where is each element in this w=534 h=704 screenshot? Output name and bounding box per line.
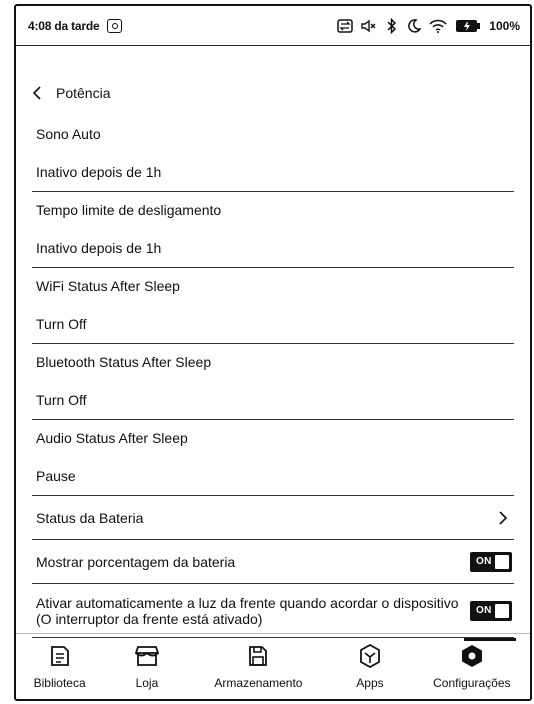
- status-time: 4:08 da tarde: [28, 18, 100, 33]
- setting-audio-after-sleep[interactable]: Audio Status After Sleep Pause: [32, 420, 514, 496]
- battery-percentage: 100%: [489, 18, 520, 33]
- status-bar: 4:08 da tarde 100%: [16, 6, 530, 46]
- front-light-label-line2: (O interruptor da frente está ativado): [36, 610, 263, 627]
- page-header[interactable]: Potência: [16, 78, 110, 108]
- chevron-right-icon: [498, 510, 510, 525]
- mute-icon: [361, 19, 377, 33]
- setting-value[interactable]: Turn Off: [32, 381, 514, 419]
- setting-title: Sono Auto: [36, 126, 101, 142]
- store-icon: [134, 644, 159, 668]
- show-battery-pct-label: Mostrar porcentagem da bateria: [36, 553, 236, 570]
- nav-store[interactable]: Loja: [103, 634, 190, 699]
- setting-auto-sleep[interactable]: Sono Auto Inativo depois de 1h: [32, 116, 514, 192]
- nav-label: Loja: [135, 675, 159, 690]
- library-icon: [50, 644, 70, 668]
- battery-icon: [455, 19, 481, 33]
- setting-value[interactable]: Inativo depois de 1h: [32, 153, 514, 191]
- device-screen: 4:08 da tarde 100% Potência Sono Auto In…: [14, 4, 532, 701]
- front-light-row[interactable]: Ativar automaticamente a luz da frente q…: [32, 584, 514, 638]
- toggle-knob: [495, 603, 509, 618]
- apps-icon: [359, 643, 381, 668]
- setting-bluetooth-after-sleep[interactable]: Bluetooth Status After Sleep Turn Off: [32, 344, 514, 420]
- sync-icon: [337, 18, 354, 33]
- moon-icon: [407, 18, 422, 33]
- front-light-label-line1: Ativar automaticamente a luz da frente q…: [36, 594, 459, 611]
- setting-value[interactable]: Turn Off: [32, 305, 514, 343]
- setting-power-off-timeout[interactable]: Tempo limite de desligamento Inativo dep…: [32, 192, 514, 268]
- settings-icon: [460, 644, 484, 668]
- bluetooth-icon: [385, 17, 399, 34]
- nav-apps[interactable]: Apps: [326, 634, 413, 699]
- setting-wifi-after-sleep[interactable]: WiFi Status After Sleep Turn Off: [32, 268, 514, 344]
- nav-label: Configurações: [433, 675, 511, 690]
- front-light-label: Ativar automaticamente a luz da frente q…: [36, 595, 470, 627]
- nav-label: Biblioteca: [33, 675, 86, 690]
- toggle-knob: [495, 554, 509, 569]
- nav-label: Armazenamento: [214, 675, 303, 690]
- setting-value[interactable]: Inativo depois de 1h: [32, 229, 514, 267]
- show-battery-pct-row[interactable]: Mostrar porcentagem da bateria ON: [32, 540, 514, 584]
- setting-value[interactable]: Pause: [32, 457, 514, 495]
- nav-library[interactable]: Biblioteca: [16, 634, 103, 699]
- storage-icon: [248, 644, 268, 668]
- setting-title: Tempo limite de desligamento: [36, 202, 222, 218]
- nav-storage[interactable]: Armazenamento: [191, 634, 327, 699]
- nav-label: Apps: [356, 675, 384, 690]
- screenshot-icon: [107, 18, 123, 33]
- page-title: Potência: [56, 85, 111, 101]
- toggle-state: ON: [476, 556, 492, 567]
- toggle-state: ON: [476, 605, 492, 616]
- settings-list: Sono Auto Inativo depois de 1h Tempo lim…: [16, 116, 530, 638]
- setting-title: Bluetooth Status After Sleep: [36, 354, 212, 370]
- setting-title: Audio Status After Sleep: [36, 430, 188, 446]
- nav-settings[interactable]: Configurações: [414, 634, 530, 699]
- wifi-icon: [429, 19, 447, 33]
- battery-status-label: Status da Bateria: [36, 509, 144, 526]
- show-battery-pct-toggle[interactable]: ON: [470, 551, 512, 572]
- battery-status-row[interactable]: Status da Bateria: [32, 496, 514, 540]
- back-chevron-icon[interactable]: [32, 85, 46, 101]
- front-light-toggle[interactable]: ON: [470, 600, 512, 621]
- bottom-nav: Biblioteca Loja Armazenamento Apps Confi…: [16, 633, 530, 699]
- setting-title: WiFi Status After Sleep: [36, 278, 180, 294]
